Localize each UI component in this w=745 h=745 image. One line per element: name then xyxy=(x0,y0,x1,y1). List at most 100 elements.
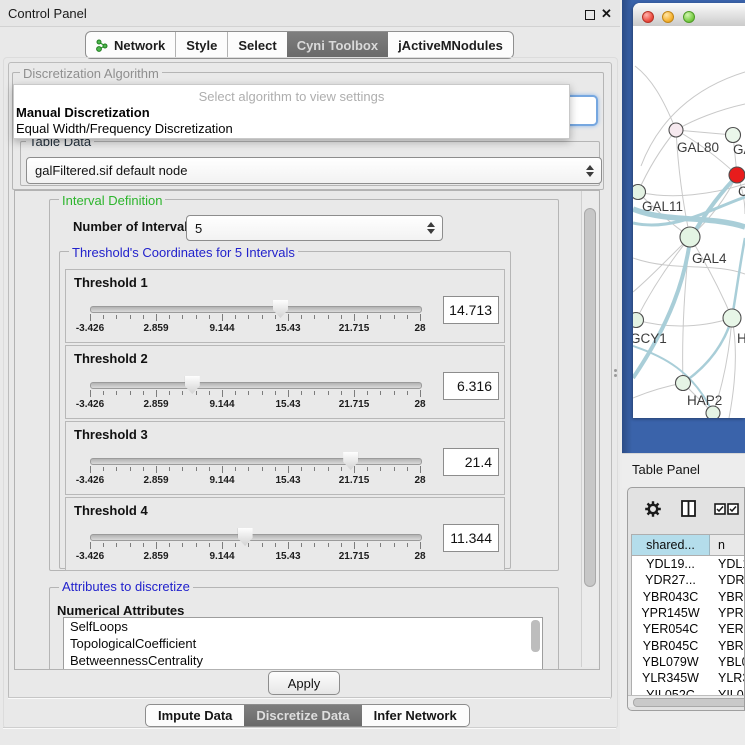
number-of-intervals-combobox[interactable]: 5 xyxy=(186,215,443,241)
threshold-value-field[interactable]: 14.713 xyxy=(443,296,499,324)
list-item-topologicalcoefficient[interactable]: TopologicalCoefficient xyxy=(64,635,542,652)
slider-tick-label: 2.859 xyxy=(143,399,168,410)
float-window-icon[interactable] xyxy=(585,10,595,20)
threshold-slider-track[interactable] xyxy=(90,458,422,465)
network-canvas[interactable]: GAL80GACGAL11GAL4GCY1HHAP2 xyxy=(633,26,745,418)
algorithm-option-manual[interactable]: Manual Discretization xyxy=(16,105,150,121)
network-node-hap2[interactable] xyxy=(676,376,691,391)
slider-tick xyxy=(182,467,183,471)
slider-tick-label: -3.426 xyxy=(76,399,104,410)
cell-shared-name[interactable]: YDR27... xyxy=(632,573,709,587)
column-header-name[interactable]: n xyxy=(710,535,745,555)
tab-select[interactable]: Select xyxy=(227,32,286,58)
table-row[interactable]: YBR043CYBR0 xyxy=(632,589,745,605)
threshold-value-field[interactable]: 6.316 xyxy=(443,372,499,400)
network-node-gcy1[interactable] xyxy=(633,313,644,328)
close-icon[interactable]: ✕ xyxy=(601,6,612,22)
tab-impute-data[interactable]: Impute Data xyxy=(146,705,244,726)
cell-name[interactable]: YBL0 xyxy=(709,655,745,669)
cell-name[interactable]: YDR2 xyxy=(709,573,745,587)
minimize-traffic-light-icon[interactable] xyxy=(662,11,674,23)
threshold-label: Threshold 2 xyxy=(74,351,148,366)
table-hscrollbar-track[interactable] xyxy=(628,695,744,707)
threshold-slider-track[interactable] xyxy=(90,306,422,313)
table-row[interactable]: YDL19...YDL1 xyxy=(632,556,745,572)
slider-tick-label: 15.43 xyxy=(275,475,300,486)
slider-tick xyxy=(328,543,329,547)
table-data-combobox[interactable]: galFiltered.sif default node xyxy=(26,157,602,184)
cell-name[interactable]: YPR1 xyxy=(709,606,745,620)
network-node-gal4[interactable] xyxy=(680,227,700,247)
split-view-icon[interactable] xyxy=(681,500,696,517)
network-node-red-node[interactable] xyxy=(729,167,745,183)
cell-name[interactable]: YDL1 xyxy=(709,557,745,571)
threshold-slider-track[interactable] xyxy=(90,382,422,389)
cell-shared-name[interactable]: YLR345W xyxy=(632,671,709,685)
threshold-slider-thumb[interactable] xyxy=(185,376,200,394)
threshold-value-field[interactable]: 21.4 xyxy=(443,448,499,476)
checkbox-icon[interactable] xyxy=(727,503,739,515)
table-row[interactable]: YER054CYER0 xyxy=(632,621,745,637)
network-edge xyxy=(633,258,745,274)
tab-style[interactable]: Style xyxy=(175,32,227,58)
table-row[interactable]: YBR045CYBR0 xyxy=(632,637,745,653)
tab-infer-network[interactable]: Infer Network xyxy=(362,705,469,726)
table-row[interactable]: YPR145WYPR1 xyxy=(632,605,745,621)
cell-shared-name[interactable]: YBR043C xyxy=(632,590,709,604)
combo-stepper-icon xyxy=(427,222,435,234)
network-node-gal-right[interactable] xyxy=(726,128,741,143)
algorithm-option-equal-width[interactable]: Equal Width/Frequency Discretization xyxy=(16,121,233,137)
slider-tick xyxy=(90,390,91,397)
cell-shared-name[interactable]: YBL079W xyxy=(632,655,709,669)
cell-shared-name[interactable]: YDL19... xyxy=(632,557,709,571)
tab-jactivemnodules[interactable]: jActiveMNodules xyxy=(388,32,513,58)
settings-scrollbar-thumb[interactable] xyxy=(584,208,596,587)
network-edge xyxy=(636,318,732,326)
list-scrollbar[interactable] xyxy=(531,620,540,652)
gear-icon[interactable] xyxy=(644,500,662,518)
tab-network[interactable]: Network xyxy=(86,32,175,58)
zoom-traffic-light-icon[interactable] xyxy=(683,11,695,23)
table-row[interactable]: YLR345WYLR3 xyxy=(632,670,745,686)
network-node-h-node[interactable] xyxy=(723,309,741,327)
threshold-slider-thumb[interactable] xyxy=(343,452,358,470)
list-item-selfloops[interactable]: SelfLoops xyxy=(64,618,542,635)
threshold-panel-2: Threshold 2-3.4262.8599.14415.4321.71528… xyxy=(65,345,505,419)
slider-tick-label: -3.426 xyxy=(76,475,104,486)
slider-tick xyxy=(328,467,329,471)
list-item-betweennesscentrality[interactable]: BetweennessCentrality xyxy=(64,652,542,669)
threshold-slider-thumb[interactable] xyxy=(238,528,253,546)
panel-divider-handle[interactable] xyxy=(614,369,618,379)
apply-button[interactable]: Apply xyxy=(268,671,340,695)
cell-shared-name[interactable]: YPR145W xyxy=(632,606,709,620)
numerical-attributes-list[interactable]: SelfLoopsTopologicalCoefficientBetweenne… xyxy=(63,617,543,670)
threshold-slider-track[interactable] xyxy=(90,534,422,541)
table-row[interactable]: YBL079WYBL0 xyxy=(632,654,745,670)
slider-tick xyxy=(130,391,131,395)
slider-tick xyxy=(301,391,302,395)
slider-tick xyxy=(248,391,249,395)
cell-name[interactable]: YBR0 xyxy=(709,590,745,604)
table-row[interactable]: YDR27...YDR2 xyxy=(632,572,745,588)
network-node-gal11[interactable] xyxy=(633,185,646,200)
cell-shared-name[interactable]: YBR045C xyxy=(632,639,709,653)
cell-name[interactable]: YER0 xyxy=(709,622,745,636)
cell-shared-name[interactable]: YER054C xyxy=(632,622,709,636)
slider-tick-label: 9.144 xyxy=(209,399,234,410)
slider-tick-label: 21.715 xyxy=(339,323,370,334)
network-window-titlebar[interactable] xyxy=(633,3,745,27)
slider-tick xyxy=(407,543,408,547)
network-node-gal80[interactable] xyxy=(669,123,683,137)
cell-name[interactable]: YBR0 xyxy=(709,639,745,653)
tab-discretize-data[interactable]: Discretize Data xyxy=(244,705,361,726)
slider-tick xyxy=(262,543,263,547)
close-traffic-light-icon[interactable] xyxy=(642,11,654,23)
checkbox-icon[interactable] xyxy=(714,503,726,515)
slider-tick xyxy=(143,315,144,319)
tab-cyni-toolbox[interactable]: Cyni Toolbox xyxy=(287,32,388,58)
table-panel-toolbar xyxy=(628,488,744,534)
table-hscrollbar-thumb[interactable] xyxy=(633,698,745,707)
cell-name[interactable]: YLR3 xyxy=(709,671,745,685)
threshold-value-field[interactable]: 11.344 xyxy=(443,524,499,552)
column-header-shared-name[interactable]: shared... xyxy=(632,535,710,555)
